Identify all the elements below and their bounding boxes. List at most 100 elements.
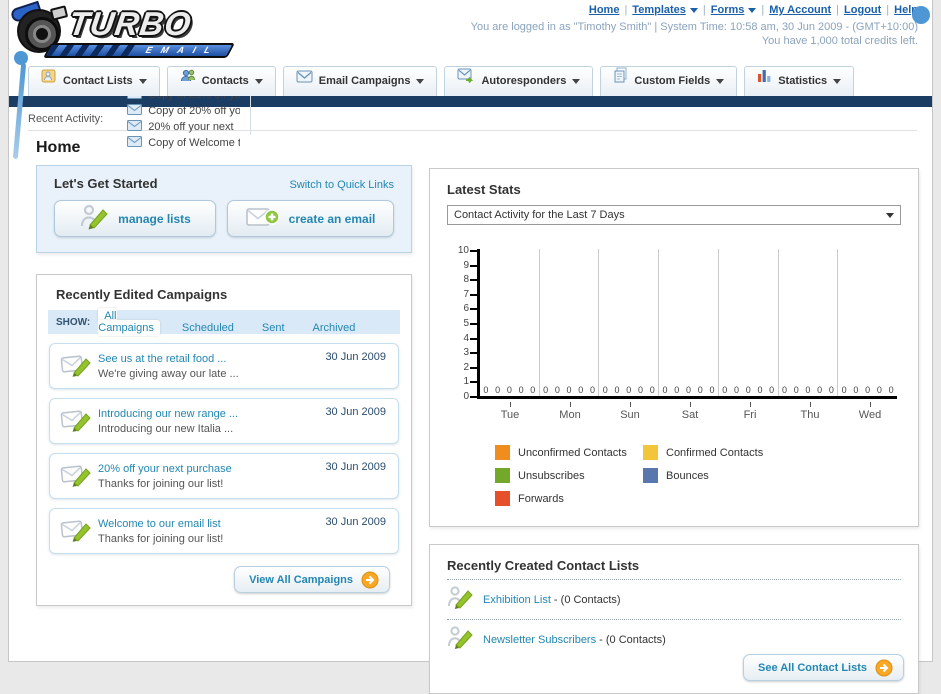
x-axis-tick: [750, 402, 751, 407]
contacts-icon: [180, 66, 196, 94]
data-label: 0: [590, 385, 596, 395]
chevron-down-icon: [748, 7, 757, 13]
nav-tab-custom-fields[interactable]: Custom Fields: [600, 66, 738, 96]
get-started-header: Let's Get Started Switch to Quick Links: [54, 176, 394, 191]
campaign-subtitle: Introducing our new Italia ...: [98, 422, 234, 435]
y-axis-label: 6: [463, 303, 469, 315]
contact-list-text: Exhibition List - (0 Contacts): [483, 594, 621, 606]
chevron-down-icon: [138, 79, 147, 84]
email-icon: [127, 135, 143, 150]
y-axis-label: 5: [463, 318, 469, 329]
data-label: 0: [626, 385, 632, 395]
nav-tab-statistics[interactable]: Statistics: [744, 66, 855, 96]
nav-tab-email-campaigns[interactable]: Email Campaigns: [282, 66, 438, 96]
view-all-campaigns-label: View All Campaigns: [249, 573, 353, 586]
data-label: 0: [781, 385, 787, 395]
data-label: 0: [817, 385, 823, 395]
data-label: 0: [506, 385, 512, 395]
nav-tab-label: Statistics: [778, 75, 828, 87]
header-link-logout[interactable]: Logout: [844, 4, 881, 16]
campaign-row[interactable]: Welcome to our email list Thanks for join…: [49, 508, 399, 554]
nav-tab-autoresponders[interactable]: Autoresponders: [444, 66, 594, 96]
filter-archived[interactable]: Archived: [307, 320, 362, 336]
statistics-icon: [757, 66, 772, 94]
y-axis-label: 3: [463, 347, 469, 359]
create-an-email-button[interactable]: create an email: [227, 200, 394, 237]
filter-all-campaigns[interactable]: All Campaigns: [98, 308, 160, 336]
contact-list-row[interactable]: Exhibition List - (0 Contacts): [447, 579, 901, 619]
chart-day-column: 00000: [779, 249, 839, 396]
contact-list-items: Exhibition List - (0 Contacts) Newsletter…: [447, 579, 901, 659]
campaign-row[interactable]: Introducing our new range ... Introducing…: [49, 398, 399, 444]
legend-label: Unsubscribes: [518, 469, 585, 482]
data-label: 0: [733, 385, 739, 395]
latest-stats-title: Latest Stats: [447, 182, 521, 197]
legend-swatch: [495, 445, 510, 460]
recent-activity-item[interactable]: Copy of Welcome to: [117, 135, 251, 151]
link-separator: |: [886, 4, 890, 16]
data-label: 0: [757, 385, 763, 395]
data-label: 0: [662, 385, 668, 395]
logo-text-email: EMAIL: [143, 45, 222, 55]
campaign-date: 30 Jun 2009: [325, 351, 386, 363]
chevron-down-icon: [716, 79, 725, 84]
arrow-circle-icon: [875, 659, 893, 676]
activity-item-label: Copy of 20% off yo: [148, 104, 241, 117]
header-link-forms[interactable]: Forms: [711, 4, 745, 16]
legend-item-confirmed-contacts: Confirmed Contacts: [643, 445, 791, 460]
header-link-my-account[interactable]: My Account: [769, 4, 831, 16]
data-label: 0: [638, 385, 644, 395]
legend-swatch: [643, 445, 658, 460]
logged-in-text: You are logged in as "Timothy Smith" | S…: [470, 21, 918, 33]
campaign-row[interactable]: See us at the retail food ... We're givin…: [49, 343, 399, 389]
legend-item-bounces: Bounces: [643, 468, 791, 483]
view-all-campaigns-button[interactable]: View All Campaigns: [234, 566, 390, 593]
legend-swatch: [495, 491, 510, 506]
chevron-down-icon: [416, 79, 425, 84]
link-separator: |: [761, 4, 765, 16]
contact-activity-chart: 0000000000000000000000000000000000001234…: [447, 245, 901, 431]
contact-list-link[interactable]: Newsletter Subscribers: [483, 634, 596, 646]
data-label: 0: [876, 385, 882, 395]
recent-activity-item[interactable]: 20% off your next: [117, 118, 252, 135]
nav-tab-contact-lists[interactable]: Contact Lists: [28, 66, 160, 96]
nav-tab-label: Autoresponders: [481, 75, 567, 87]
y-axis-label: 0: [463, 391, 469, 402]
header-link-home[interactable]: Home: [589, 4, 620, 16]
filter-sent[interactable]: Sent: [256, 320, 291, 336]
data-label: 0: [578, 385, 584, 395]
header: TURBO EMAIL Home | Templates | Forms | My Acco…: [9, 0, 932, 160]
x-axis-tick: [870, 402, 871, 407]
button-label: manage lists: [118, 211, 191, 226]
x-axis-label: Wed: [858, 409, 882, 421]
view-all-row: View All Campaigns: [48, 566, 400, 593]
data-label: 0: [841, 385, 847, 395]
turbo-email-logo[interactable]: TURBO EMAIL: [12, 3, 253, 61]
contact-list-link[interactable]: Exhibition List: [483, 594, 551, 606]
nav-tab-contacts[interactable]: Contacts: [166, 66, 276, 96]
y-axis-label: 4: [463, 332, 469, 344]
recent-activity-label: Recent Activity:: [28, 112, 104, 125]
campaign-list: See us at the retail food ... We're givin…: [48, 343, 400, 554]
campaign-row[interactable]: 20% off your next purchase Thanks for joi…: [49, 453, 399, 499]
chart-day-column: 00000: [659, 249, 719, 396]
link-separator: |: [702, 4, 706, 16]
chart-legend: Unconfirmed Contacts Confirmed Contacts Un…: [447, 445, 901, 514]
see-all-contact-lists-button[interactable]: See All Contact Lists: [742, 654, 904, 681]
data-label: 0: [554, 385, 560, 395]
filter-scheduled[interactable]: Scheduled: [176, 320, 240, 336]
manage-lists-button[interactable]: manage lists: [54, 200, 217, 237]
y-axis-tick: [470, 264, 479, 267]
data-label: 0: [483, 385, 489, 395]
recent-activity-item[interactable]: Copy of 20% off yo: [117, 102, 252, 119]
legend-label: Confirmed Contacts: [666, 446, 764, 459]
header-link-templates[interactable]: Templates: [632, 4, 686, 16]
legend-swatch: [495, 468, 510, 483]
switch-to-quick-links-link[interactable]: Switch to Quick Links: [289, 179, 394, 191]
y-axis-tick: [470, 366, 479, 369]
chart-day-column: 00000: [838, 249, 897, 396]
stats-period-select[interactable]: Contact Activity for the Last 7 Days: [447, 205, 901, 225]
get-started-buttons: manage lists create an email: [54, 200, 394, 237]
credits-text: You have 1,000 total credits left.: [761, 35, 918, 47]
contact-list-row[interactable]: Newsletter Subscribers - (0 Contacts): [447, 619, 901, 659]
